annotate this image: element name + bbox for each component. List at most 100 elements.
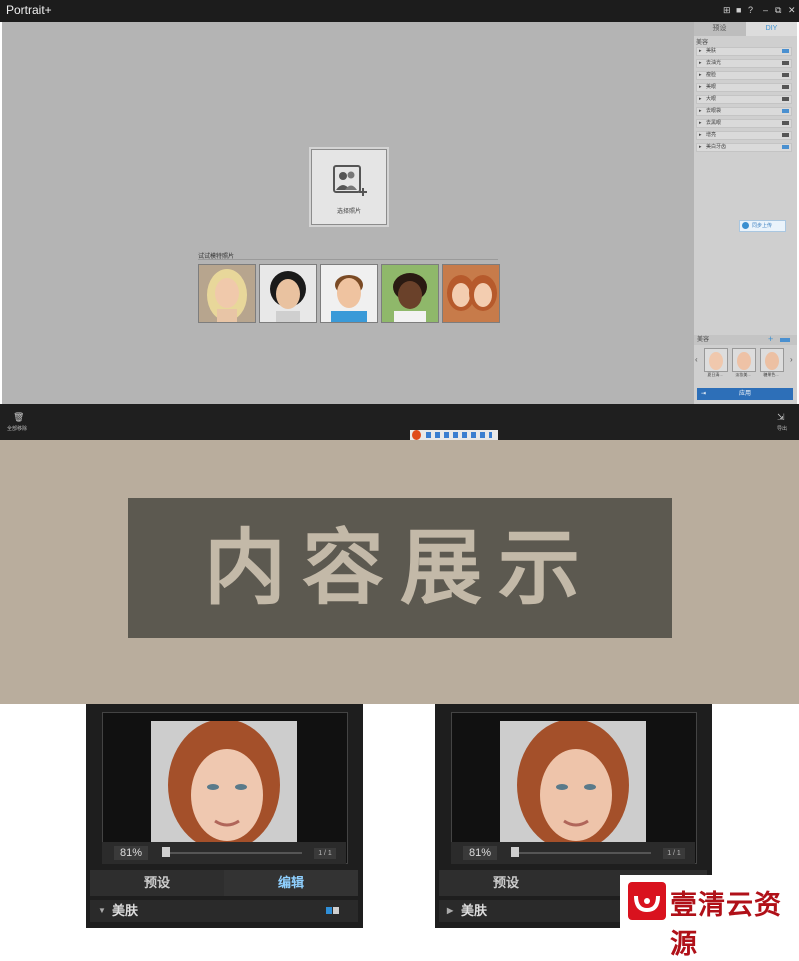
apply-icon: ⇥: [701, 391, 707, 397]
zoom-value[interactable]: 81%: [463, 846, 497, 860]
feature-toggle[interactable]: [782, 61, 789, 65]
feature-row[interactable]: ▸ 去油光: [696, 59, 792, 68]
sync-upload-button[interactable]: 同步上传: [739, 220, 786, 232]
feature-toggle[interactable]: [782, 109, 789, 113]
feature-label: 去眼袋: [706, 108, 722, 114]
ime-logo-icon[interactable]: [412, 430, 421, 440]
zoom-slider[interactable]: [162, 852, 302, 854]
feature-label: 去油光: [706, 60, 722, 66]
feature-toggle[interactable]: [782, 133, 789, 137]
feature-label: 去黑眼: [706, 120, 722, 126]
look-thumb[interactable]: [760, 348, 784, 372]
choose-photo-button[interactable]: 选择照片: [311, 149, 387, 225]
toggle-indicator[interactable]: [326, 907, 332, 914]
ime-toolbar: [410, 430, 498, 440]
model-thumb-twins[interactable]: [442, 264, 500, 323]
sync-upload-label: 同步上传: [752, 223, 773, 229]
chevron-right-icon: ▸: [699, 132, 702, 138]
looks-header: 美容 +: [694, 334, 797, 345]
feature-row[interactable]: ▸ 瘦脸: [696, 71, 792, 80]
page-indicator: 1 / 1: [314, 848, 336, 859]
app-title: Portrait+: [6, 3, 52, 17]
section-label: 美肤: [461, 903, 488, 918]
zoom-bar: 81% 1 / 1: [451, 842, 695, 864]
zoom-value[interactable]: 81%: [114, 846, 148, 860]
zoom-slider-handle[interactable]: [162, 847, 170, 857]
section-skin[interactable]: ▼ 美肤: [90, 900, 358, 922]
look-thumb[interactable]: [704, 348, 728, 372]
model-thumb-boy[interactable]: [320, 264, 378, 323]
ime-tool-icons[interactable]: [426, 432, 492, 438]
tab-edit[interactable]: 编辑: [224, 870, 358, 896]
look-label: 夏日清...: [707, 372, 723, 377]
panel-tabs: 预设 DIY: [694, 22, 797, 36]
looks-label: 美容: [697, 337, 710, 343]
feature-toggle[interactable]: [782, 145, 789, 149]
trash-icon[interactable]: 🗑: [13, 412, 24, 423]
feature-toggle[interactable]: [782, 49, 789, 53]
apply-button[interactable]: ⇥ 应用: [697, 388, 793, 400]
feature-label: 瘦脸: [706, 72, 717, 78]
page-indicator: 1 / 1: [663, 848, 685, 859]
message-icon[interactable]: ■: [736, 5, 741, 15]
toggle-icon[interactable]: [780, 338, 790, 342]
add-icon[interactable]: +: [768, 334, 773, 344]
feature-toggle[interactable]: [782, 85, 789, 89]
watermark-logo: 壹清云资源: [620, 875, 799, 960]
chevron-right-icon: ▸: [699, 60, 702, 66]
chevron-right-icon: ▸: [699, 84, 702, 90]
model-thumb-girl[interactable]: [381, 264, 439, 323]
feature-row[interactable]: ▸ 去黑眼: [696, 119, 792, 128]
banner: 内容展示: [0, 440, 799, 704]
feature-row[interactable]: ▸ 大眼: [696, 95, 792, 104]
feature-row[interactable]: ▸ 美肤: [696, 47, 792, 56]
zoom-slider[interactable]: [511, 852, 651, 854]
help-icon[interactable]: ?: [748, 5, 753, 15]
zoom-slider-handle[interactable]: [511, 847, 519, 857]
minimize-icon[interactable]: –: [763, 5, 768, 15]
close-icon[interactable]: ✕: [788, 5, 796, 15]
logo-mark: [628, 882, 666, 920]
chevron-left-icon[interactable]: ‹: [695, 355, 698, 364]
section-label: 美肤: [112, 903, 139, 918]
look-thumb[interactable]: [732, 348, 756, 372]
feature-toggle[interactable]: [782, 73, 789, 77]
feature-row[interactable]: ▸ 美白牙齿: [696, 143, 792, 152]
tab-preset[interactable]: 预设: [694, 22, 745, 36]
zoom-bar: 81% 1 / 1: [102, 842, 346, 864]
feature-label: 美眼: [706, 84, 717, 90]
feature-row[interactable]: ▸ 增亮: [696, 131, 792, 140]
feature-row[interactable]: ▸ 去眼袋: [696, 107, 792, 116]
restore-icon[interactable]: ⧉: [775, 5, 781, 15]
feature-label: 美白牙齿: [706, 144, 727, 150]
editor-panel-left: 81% 1 / 1 预设 编辑 ▼ 美肤: [86, 704, 363, 928]
side-panel: 预设 DIY 美容 ▸ 美肤 ▸ 去油光 ▸ 瘦脸 ▸ 美眼 ▸ 大眼 ▸ 去眼袋 ▸ 去黑眼 ▸ 增亮 ▸ 美白…: [694, 22, 797, 404]
tab-preset[interactable]: 预设: [439, 870, 573, 896]
choose-photo-label: 选择照片: [336, 209, 361, 215]
model-thumb-asian[interactable]: [259, 264, 317, 323]
chevron-right-icon: ▸: [699, 120, 702, 126]
feature-label: 大眼: [706, 96, 717, 102]
banner-box: 内容展示: [128, 498, 672, 638]
chevron-right-icon[interactable]: ›: [790, 355, 793, 364]
feature-header: 美容: [696, 40, 709, 46]
export-label: 导出: [777, 426, 788, 432]
feature-toggle[interactable]: [782, 121, 789, 125]
photo-canvas: 选择照片 试试模特照片: [2, 22, 694, 404]
cloud-icon: [742, 222, 749, 229]
model-thumb-blonde[interactable]: [198, 264, 256, 323]
feature-label: 增亮: [706, 132, 717, 138]
tab-diy[interactable]: DIY: [746, 22, 797, 36]
export-icon[interactable]: ⇲: [777, 412, 785, 423]
feature-row[interactable]: ▸ 美眼: [696, 83, 792, 92]
chevron-right-icon: ▸: [699, 72, 702, 78]
chevron-right-icon: ▸: [699, 96, 702, 102]
chevron-right-icon: ▸: [699, 108, 702, 114]
grid-icon[interactable]: ⊞: [723, 5, 731, 15]
chevron-right-icon: ▶: [447, 906, 454, 915]
tab-preset[interactable]: 预设: [90, 870, 224, 896]
feature-toggle[interactable]: [782, 97, 789, 101]
title-bar: Portrait+ ⊞ ■ ? – ⧉ ✕: [0, 0, 799, 22]
toggle-indicator[interactable]: [333, 907, 339, 914]
banner-title: 内容展示: [203, 520, 596, 616]
